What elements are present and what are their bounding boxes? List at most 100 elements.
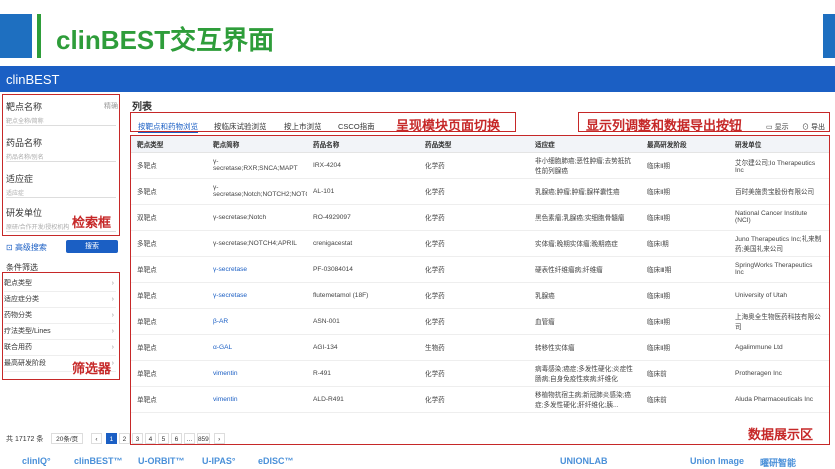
slide-header: clinBEST交互界面 <box>0 0 835 62</box>
table-cell: 艾尔建公司;Io Therapeutics Inc <box>729 152 829 179</box>
column-header[interactable]: 适应症 <box>529 136 641 153</box>
indication-input[interactable]: 适应症 <box>6 186 116 198</box>
table-cell: 化学药 <box>419 360 529 387</box>
page-button[interactable]: 3 <box>131 433 143 444</box>
filter-item-drug-class[interactable]: 药物分类 › <box>4 308 116 324</box>
filter-item-combination[interactable]: 联合用药 › <box>4 340 116 356</box>
table-cell: Protheragen Inc <box>729 360 829 387</box>
table-row[interactable]: 多靶点γ-secretase;Notch;NOTCH2;NOTCH3;NOTCH… <box>131 178 829 205</box>
header-right-bar <box>823 14 835 58</box>
search-button[interactable]: 搜索 <box>66 240 118 253</box>
table-cell[interactable]: α-GAL <box>207 334 307 361</box>
table-row[interactable]: 单靶点 γ-secretase flutemetamol (18F) 化学药 乳腺癌 临床… <box>131 282 829 309</box>
data-table: 靶点类型 靶点简称 药品名称 药品类型 适应症 最高研发阶段 研发单位 多靶点 γ-secre… <box>131 136 829 413</box>
filter-item-indication-class[interactable]: 适应症分类 › <box>4 292 116 308</box>
table-cell: 临床Ⅱ期 <box>641 204 729 231</box>
data-annotation: 数据展示区 <box>748 427 814 442</box>
page-button[interactable]: 5 <box>157 433 169 444</box>
table-cell: AL-101 <box>307 178 419 205</box>
table-cell: 单靶点 <box>131 360 207 387</box>
table-cell: γ-secretase;RXR;SNCA;MAPT <box>207 152 307 179</box>
per-page-select[interactable]: 20条/页 <box>51 433 84 444</box>
table-cell: IRX-4204 <box>307 152 419 179</box>
column-header[interactable]: 研发单位 <box>729 136 829 153</box>
indication-label: 适应症 <box>6 174 34 184</box>
list-title: 列表 <box>132 102 152 113</box>
page-list: 1 2 3 4 5 6... 859 <box>105 433 212 444</box>
advanced-search-label: 高级搜索 <box>14 243 47 252</box>
header-blue-bar <box>0 14 32 58</box>
page-button[interactable]: 2 <box>118 433 130 444</box>
table-cell: 多靶点 <box>131 152 207 179</box>
page-button[interactable]: 4 <box>144 433 156 444</box>
table-row[interactable]: 多靶点 γ-secretase;RXR;SNCA;MAPT IRX-4204 化学药非… <box>131 152 829 179</box>
filter-item-target-type[interactable]: 靶点类型 › <box>4 276 116 292</box>
tabs-annotation: 呈现模块页面切换 <box>396 118 501 133</box>
table-header-row: 靶点类型 靶点简称 药品名称 药品类型 适应症 最高研发阶段 研发单位 <box>131 136 829 153</box>
table-row[interactable]: 单靶点 α-GAL AGI-134 生物药 转移性实体瘤 临床Ⅱ期 Agalimmune L… <box>131 334 829 361</box>
tab-target-drug[interactable]: 按靶点和药物浏览 <box>138 121 198 133</box>
table-row[interactable]: 单靶点 β-AR ASN-001 化学药 血管瘤 临床Ⅱ期 上海奥全生物医药科技有限公司 <box>131 308 829 335</box>
table-cell: 单靶点 <box>131 334 207 361</box>
show-columns-button[interactable]: ▭ 显示 <box>766 122 789 132</box>
table-cell: 单靶点 <box>131 386 207 413</box>
table-body: 多靶点 γ-secretase;RXR;SNCA;MAPT IRX-4204 化学药非… <box>131 152 829 413</box>
page-button[interactable]: 1 <box>105 433 117 444</box>
table-cell: 多靶点 <box>131 230 207 257</box>
table-cell: ALD-R491 <box>307 386 419 413</box>
page-button[interactable]: 859 <box>196 433 210 444</box>
filter-label: 药物分类 <box>4 312 32 319</box>
table-row[interactable]: 单靶点 vimentin ALD-R491 化学药 移植物抗宿主病;新冠肺炎感染;癌症;… <box>131 386 829 413</box>
table-cell[interactable]: vimentin <box>207 360 307 387</box>
tab-csco[interactable]: CSCO指南 <box>338 121 375 132</box>
table-cell: γ-secretase;Notch;NOTCH2;NOTCH3;NOTCH4 <box>207 178 307 205</box>
chevron-right-icon: › <box>111 280 114 287</box>
table-cell: 多靶点 <box>131 178 207 205</box>
table-cell[interactable]: γ-secretase <box>207 282 307 309</box>
table-cell: 病毒感染;癌症;多发性硬化;炎症性肠病;自身免疫性疾病;纤维化 <box>529 360 641 387</box>
chevron-right-icon: › <box>111 344 114 351</box>
tab-marketed[interactable]: 按上市浏览 <box>284 121 322 132</box>
table-row[interactable]: 多靶点 γ-secretase;NOTCH4;APRIL crenigacestat… <box>131 230 829 257</box>
table-cell: ASN-001 <box>307 308 419 335</box>
export-button[interactable]: ⊙ 导出 <box>802 122 825 132</box>
page-button[interactable]: 6 <box>170 433 182 444</box>
filter-item-therapy-lines[interactable]: 疗法类型/Lines › <box>4 324 116 340</box>
filter-label: 最高研发阶段 <box>4 360 46 367</box>
brand-logo: clinBEST™ <box>74 456 123 466</box>
drug-name-input[interactable]: 药品名称/别名 <box>6 150 116 162</box>
next-page-button[interactable]: › <box>213 433 225 444</box>
brand-logo: U-ORBIT™ <box>138 456 185 466</box>
column-header[interactable]: 药品类型 <box>419 136 529 153</box>
app-topbar: clinBEST <box>0 66 835 92</box>
table-row[interactable]: 双靶点 γ-secretase;Notch RO-4929097 化学药 黑色素瘤;乳腺… <box>131 204 829 231</box>
exact-toggle[interactable]: 精确 <box>104 101 118 111</box>
main-panel: 列表 按靶点和药物浏览 按临床试验浏览 按上市浏览 CSCO指南 呈现模块页面切… <box>126 92 835 452</box>
target-name-input[interactable]: 靶点全称/简称 <box>6 114 116 126</box>
data-table-container: 靶点类型 靶点简称 药品名称 药品类型 适应症 最高研发阶段 研发单位 多靶点 γ-secre… <box>130 135 830 445</box>
slide-title: clinBEST交互界面 <box>56 25 275 55</box>
table-row[interactable]: 单靶点 vimentin R-491 化学药 病毒感染;癌症;多发性硬化;炎症性肠病;自… <box>131 360 829 387</box>
table-cell: 化学药 <box>419 178 529 205</box>
table-cell[interactable]: γ-secretase <box>207 256 307 283</box>
table-cell: Agalimmune Ltd <box>729 334 829 361</box>
table-cell[interactable]: β-AR <box>207 308 307 335</box>
table-row[interactable]: 单靶点 γ-secretase PF-03084014 化学药 硬表性纤维瘤病;纤维瘤临… <box>131 256 829 283</box>
prev-page-button[interactable]: ‹ <box>90 433 102 444</box>
advanced-search-link[interactable]: ⊡ 高级搜索 <box>6 242 47 253</box>
table-cell[interactable]: vimentin <box>207 386 307 413</box>
brand-logo: UNIONLAB <box>560 456 608 466</box>
tab-clinical-trial[interactable]: 按临床试验浏览 <box>214 121 267 132</box>
table-cell: RO-4929097 <box>307 204 419 231</box>
table-cell: 实体瘤;晚期实体瘤;晚期癌症 <box>529 230 641 257</box>
column-header[interactable]: 药品名称 <box>307 136 419 153</box>
column-header[interactable]: 最高研发阶段 <box>641 136 729 153</box>
column-header[interactable]: 靶点简称 <box>207 136 307 153</box>
monitor-icon: ▭ <box>766 124 773 131</box>
table-cell: 双靶点 <box>131 204 207 231</box>
table-cell: 化学药 <box>419 152 529 179</box>
table-cell: 临床Ⅰ期 <box>641 230 729 257</box>
table-cell: 上海奥全生物医药科技有限公司 <box>729 308 829 335</box>
column-header[interactable]: 靶点类型 <box>131 136 207 153</box>
search-annotation: 检索框 <box>72 215 112 230</box>
